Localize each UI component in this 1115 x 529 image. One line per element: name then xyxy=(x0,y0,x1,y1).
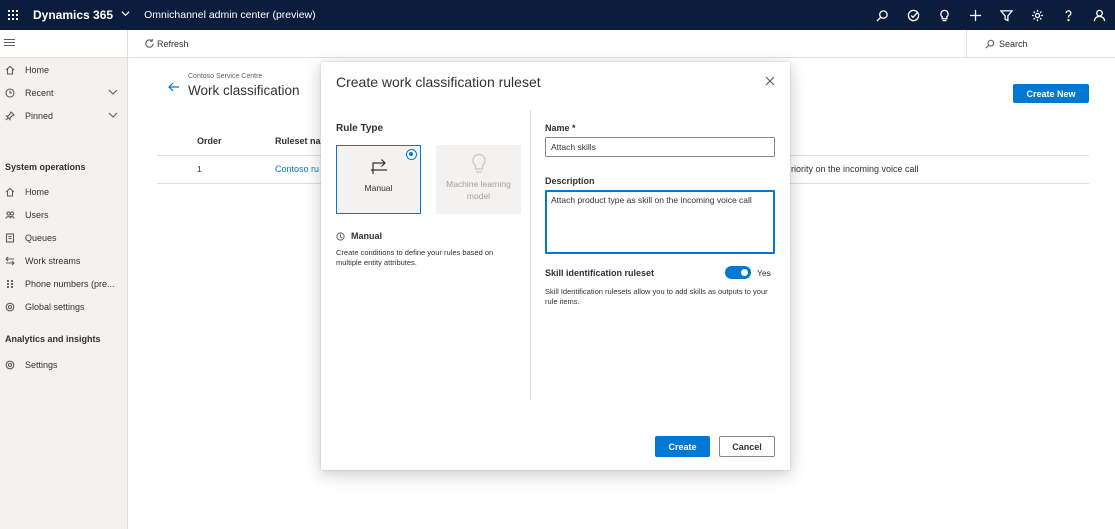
sidebar-item-system-home[interactable]: Home xyxy=(0,182,128,202)
section-heading-system: System operations xyxy=(5,162,86,172)
close-icon[interactable] xyxy=(765,76,775,86)
lightbulb-icon xyxy=(436,153,521,175)
sidebar-item-label: Users xyxy=(25,210,49,220)
sidebar-item-label: Work streams xyxy=(25,256,81,266)
hamburger-menu-icon[interactable] xyxy=(4,39,15,48)
sidebar-item-label: Global settings xyxy=(25,302,85,312)
option-label: Manual xyxy=(364,183,393,193)
sidebar-item-label: Settings xyxy=(25,360,58,370)
sidebar-item-users[interactable]: Users xyxy=(0,205,128,225)
top-bar: Dynamics 365 Omnichannel admin center (p… xyxy=(0,0,1115,30)
option-label: Machine learning model xyxy=(446,179,511,201)
home-icon xyxy=(5,65,17,75)
chevron-down-icon[interactable] xyxy=(121,9,130,21)
brand-name[interactable]: Dynamics 365 xyxy=(33,8,113,22)
gear-icon xyxy=(5,360,17,370)
description-label: Description xyxy=(545,176,595,186)
column-header-order[interactable]: Order xyxy=(197,136,222,146)
sidebar-item-queues[interactable]: Queues xyxy=(0,228,128,248)
sidebar-item-label: Phone numbers (pre... xyxy=(25,279,115,289)
back-arrow-icon[interactable] xyxy=(168,82,180,92)
refresh-label: Refresh xyxy=(157,38,189,49)
selected-type-heading: Manual xyxy=(336,231,382,241)
refresh-button[interactable]: Refresh xyxy=(144,38,189,49)
sidebar-item-label: Pinned xyxy=(25,111,54,121)
user-icon[interactable] xyxy=(1084,0,1115,30)
manual-route-icon xyxy=(337,157,420,175)
selected-type-description: Create conditions to define your rules b… xyxy=(336,248,494,267)
workstream-icon xyxy=(5,256,17,266)
command-bar: Refresh Search xyxy=(0,30,1115,58)
name-field[interactable] xyxy=(545,137,775,157)
sidebar-item-label: Home xyxy=(25,65,50,75)
skill-ruleset-help: Skill Identification rulesets allow you … xyxy=(545,287,768,306)
skill-ruleset-toggle[interactable] xyxy=(725,266,751,279)
plus-icon[interactable] xyxy=(960,0,991,30)
refresh-icon xyxy=(145,38,154,48)
users-icon xyxy=(5,210,17,220)
column-header-ruleset[interactable]: Ruleset na xyxy=(275,136,321,146)
app-launcher-icon[interactable] xyxy=(1,0,25,30)
sidebar-item-work-streams[interactable]: Work streams xyxy=(0,251,128,271)
queue-icon xyxy=(5,233,17,243)
selected-type-label: Manual xyxy=(351,231,383,241)
chevron-down-icon[interactable] xyxy=(108,87,118,99)
search-icon xyxy=(985,39,995,49)
search-placeholder: Search xyxy=(999,39,1028,49)
search-box[interactable]: Search xyxy=(966,30,1115,58)
sidebar-item-phone-numbers[interactable]: Phone numbers (pre... xyxy=(0,274,128,294)
description-field[interactable]: Attach product type as skill on the inco… xyxy=(545,190,775,254)
skill-ruleset-label: Skill identification ruleset xyxy=(545,268,655,278)
pin-icon xyxy=(5,111,17,121)
gear-icon xyxy=(5,302,17,312)
sidebar-item-settings[interactable]: Settings xyxy=(0,355,128,375)
phone-grid-icon xyxy=(5,279,17,289)
table-cell-ruleset-link[interactable]: Contoso ru xyxy=(275,164,319,174)
clock-icon xyxy=(5,88,17,98)
rule-type-option-manual[interactable]: Manual xyxy=(336,145,421,214)
sidebar-item-global-settings[interactable]: Global settings xyxy=(0,297,128,317)
sidebar-item-label: Queues xyxy=(25,233,57,243)
sidebar-item-recent[interactable]: Recent xyxy=(0,83,128,103)
create-new-button[interactable]: Create New xyxy=(1013,84,1089,103)
search-icon[interactable] xyxy=(867,0,898,30)
create-button[interactable]: Create xyxy=(655,436,710,457)
sidebar-item-label: Home xyxy=(25,187,50,197)
lightbulb-icon[interactable] xyxy=(929,0,960,30)
name-label: Name * xyxy=(545,123,576,133)
divider xyxy=(530,110,531,400)
dialog-title: Create work classification ruleset xyxy=(336,74,541,90)
toggle-state-label: Yes xyxy=(757,268,771,278)
sidebar-item-home[interactable]: Home xyxy=(0,60,128,80)
table-cell-description: riority on the incoming voice call xyxy=(791,164,919,174)
table-cell-order: 1 xyxy=(197,164,202,174)
rule-type-option-ml: Machine learning model xyxy=(436,145,521,214)
help-icon[interactable] xyxy=(1053,0,1084,30)
breadcrumb[interactable]: Contoso Service Centre xyxy=(188,73,262,80)
divider xyxy=(127,30,128,58)
create-ruleset-dialog: Create work classification ruleset Rule … xyxy=(321,62,790,470)
filter-icon[interactable] xyxy=(991,0,1022,30)
page-title: Work classification xyxy=(188,83,300,98)
gear-icon[interactable] xyxy=(1022,0,1053,30)
chevron-down-icon[interactable] xyxy=(108,110,118,122)
task-icon[interactable] xyxy=(898,0,929,30)
app-name[interactable]: Omnichannel admin center (preview) xyxy=(144,9,316,21)
rule-type-heading: Rule Type xyxy=(336,123,384,134)
sidebar: Home Recent Pinned System operations Hom… xyxy=(0,58,128,529)
sidebar-item-pinned[interactable]: Pinned xyxy=(0,106,128,126)
section-heading-analytics: Analytics and insights xyxy=(5,334,101,344)
info-icon xyxy=(336,231,345,241)
cancel-button[interactable]: Cancel xyxy=(719,436,775,457)
sidebar-item-label: Recent xyxy=(25,88,54,98)
home-icon xyxy=(5,187,17,197)
